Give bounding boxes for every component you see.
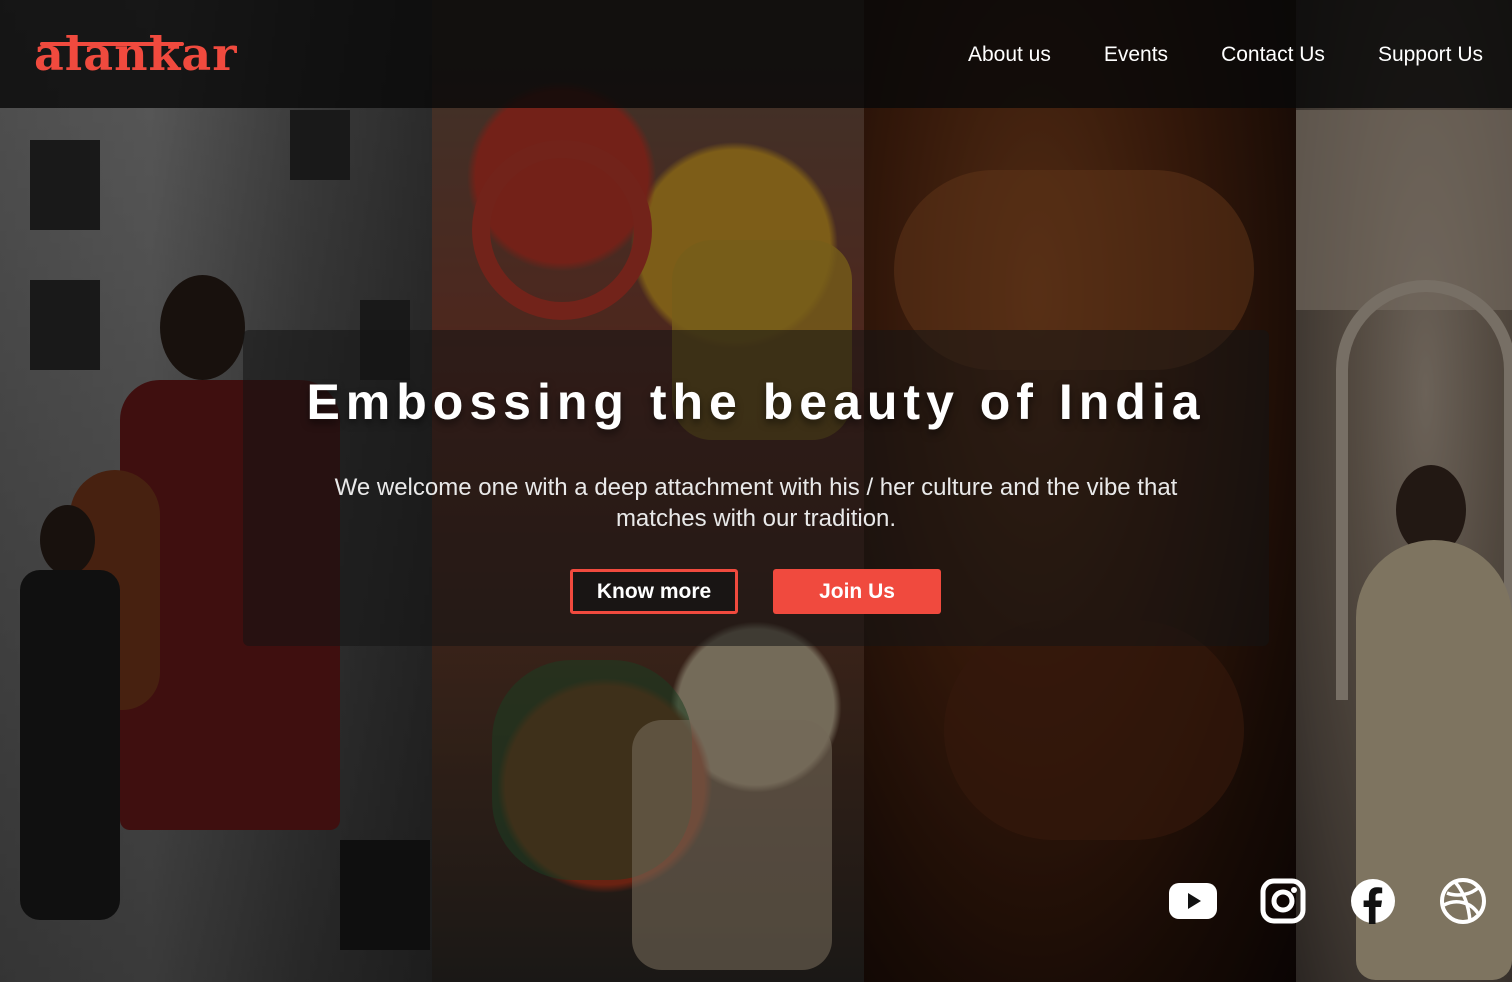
nav-contact-us[interactable]: Contact Us [1221,40,1325,70]
landing-page: alankar About us Events Contact Us Suppo… [0,0,1512,982]
youtube-icon[interactable] [1168,876,1218,926]
nav-events[interactable]: Events [1104,40,1168,70]
site-header: alankar About us Events Contact Us Suppo… [0,0,1512,108]
social-links [1168,876,1488,926]
facebook-icon[interactable] [1348,876,1398,926]
hero-panel: Embossing the beauty of India We welcome… [243,330,1269,646]
nav-about-us[interactable]: About us [968,40,1051,70]
join-us-button[interactable]: Join Us [773,569,941,614]
dribbble-icon[interactable] [1438,876,1488,926]
main-nav: About us Events Contact Us Support Us [968,40,1483,70]
hero-subtitle: We welcome one with a deep attachment wi… [334,474,1178,532]
instagram-icon[interactable] [1258,876,1308,926]
know-more-button[interactable]: Know more [570,569,738,614]
hero-title: Embossing the beauty of India [306,374,1206,430]
nav-support-us[interactable]: Support Us [1378,40,1483,70]
alankar-logo[interactable]: alankar [34,26,237,82]
